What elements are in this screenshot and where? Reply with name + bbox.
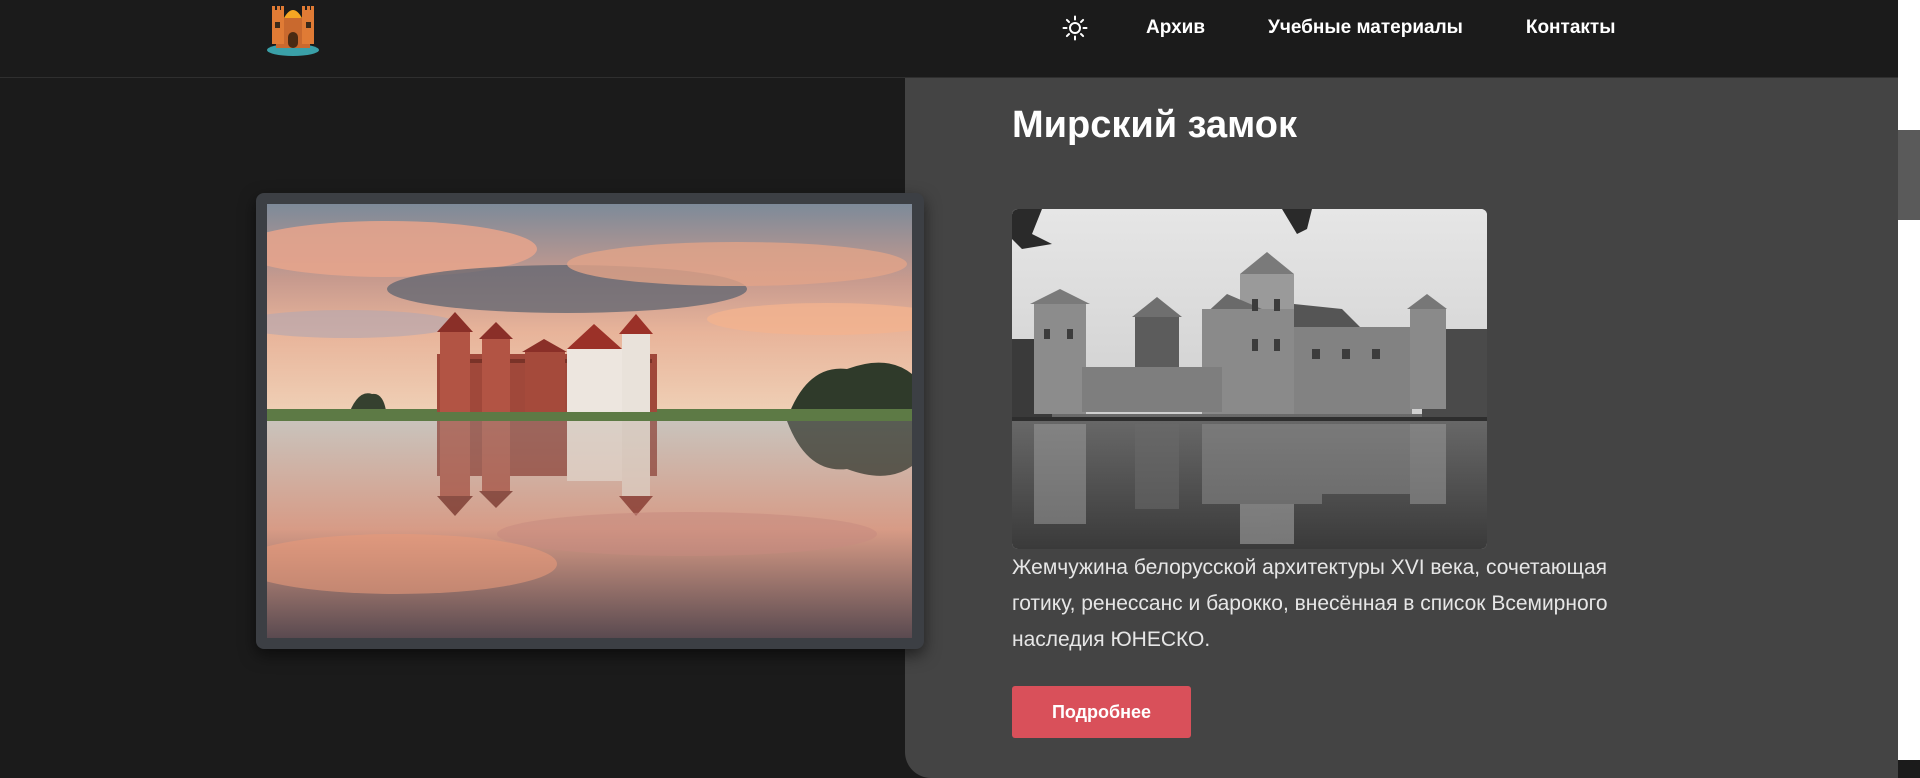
castle-photo-frame <box>256 193 924 649</box>
theme-toggle-button[interactable] <box>1060 15 1090 41</box>
feature-description: Жемчужина белорусской архитектуры XVI ве… <box>1012 556 1608 651</box>
page-title: Мирский замок <box>1012 104 1298 146</box>
nav-archive-link[interactable]: Архив <box>1146 15 1205 41</box>
castle-logo-icon[interactable] <box>264 0 322 58</box>
nav-contacts-link[interactable]: Контакты <box>1526 15 1616 41</box>
castle-photo <box>267 204 912 638</box>
site-header: Архив Учебные материалы Контакты <box>0 0 1898 78</box>
sun-icon <box>1062 15 1088 41</box>
main-nav: Архив Учебные материалы Контакты <box>1060 15 1615 41</box>
scrollbar-thumb[interactable] <box>1898 130 1920 220</box>
more-details-button[interactable]: Подробнее <box>1012 686 1191 738</box>
page-scrollbar[interactable] <box>1898 0 1920 760</box>
nav-learning-materials-link[interactable]: Учебные материалы <box>1268 15 1463 41</box>
historical-photo <box>1012 209 1487 549</box>
